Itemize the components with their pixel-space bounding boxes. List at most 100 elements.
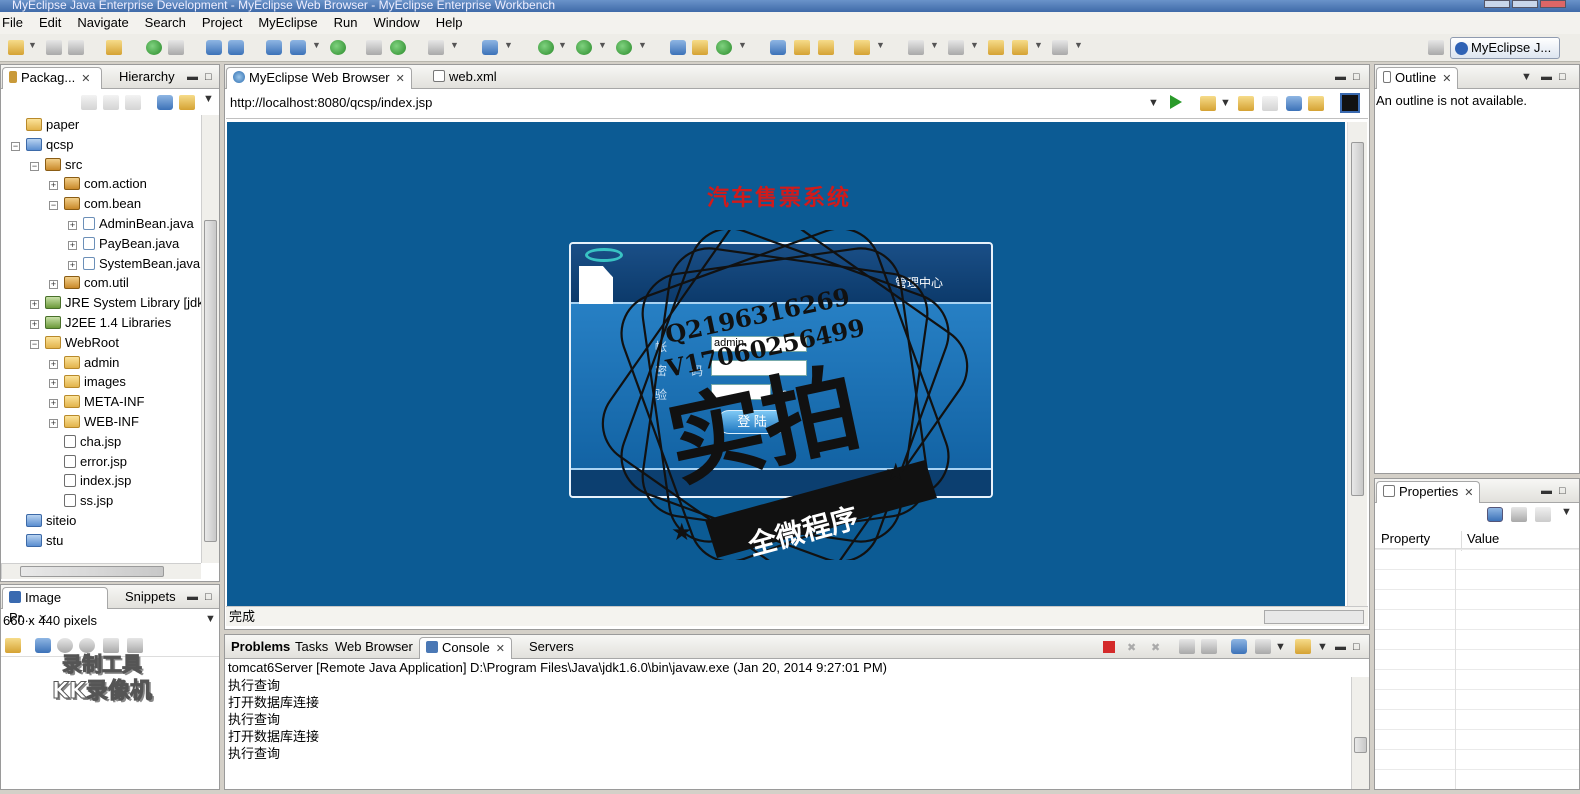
tree-item[interactable]: +paper	[11, 115, 79, 135]
tab-package-explorer[interactable]: Packag... ✕	[2, 67, 102, 89]
folder-dropdown-icon[interactable]: ▼	[876, 40, 885, 55]
browser-forward-icon[interactable]	[1262, 96, 1278, 111]
expand-toggle-icon[interactable]: +	[49, 280, 58, 290]
tree-item[interactable]: +index.jsp	[49, 471, 131, 491]
menu-file[interactable]: File	[0, 12, 31, 34]
open-console-dropdown-icon[interactable]: ▼	[1317, 641, 1328, 653]
close-icon[interactable]: ✕	[1442, 73, 1451, 85]
forward-nav-icon[interactable]	[103, 95, 119, 110]
explorer-scroll-thumb[interactable]	[204, 220, 217, 542]
server-icon[interactable]	[168, 40, 184, 55]
minimize-icon[interactable]: ▬	[187, 71, 198, 83]
back-dropdown-icon[interactable]: ▼	[1034, 40, 1043, 55]
deploy-manage-icon[interactable]	[228, 40, 244, 55]
save-icon[interactable]	[46, 40, 62, 55]
verify-input[interactable]	[711, 384, 771, 400]
new-class-icon[interactable]	[716, 40, 732, 55]
open-task-icon[interactable]	[794, 40, 810, 55]
expand-toggle-icon[interactable]: +	[30, 320, 39, 329]
remove-launch-icon[interactable]: ✖	[1127, 641, 1136, 654]
maximize-icon[interactable]: □	[1353, 641, 1360, 653]
value-column-header[interactable]: Value	[1461, 531, 1499, 551]
tree-item[interactable]: + J2EE 1.4 Libraries	[30, 313, 171, 333]
tree-item[interactable]: +error.jsp	[49, 452, 127, 472]
collapse-all-icon[interactable]	[157, 95, 173, 110]
camera-icon[interactable]	[428, 40, 444, 55]
tab-web-xml[interactable]: web.xml	[427, 67, 503, 89]
tree-item[interactable]: + com.util	[49, 273, 129, 293]
web-browser-icon[interactable]	[330, 40, 346, 55]
browser-scrollbar[interactable]	[1347, 122, 1367, 606]
minimize-icon[interactable]: ▬	[1541, 71, 1552, 83]
tree-item[interactable]: + images	[49, 372, 126, 392]
expand-toggle-icon[interactable]: +	[49, 399, 58, 409]
external-tools-icon[interactable]	[616, 40, 632, 55]
display-console-dropdown-icon[interactable]: ▼	[1275, 641, 1286, 653]
open-type-icon[interactable]	[106, 40, 122, 55]
browser-stop-icon[interactable]	[1286, 96, 1302, 111]
new-dropdown-icon[interactable]: ▼	[28, 40, 37, 55]
link-with-editor-icon[interactable]	[179, 95, 195, 110]
minimize-icon[interactable]: ▬	[187, 591, 198, 603]
expand-toggle-icon[interactable]: +	[49, 379, 58, 389]
tab-web-browser-view[interactable]: Web Browser	[329, 637, 419, 659]
scroll-lock-icon[interactable]	[1201, 639, 1217, 654]
collapse-toggle-icon[interactable]: −	[30, 161, 39, 171]
new-wizard-icon[interactable]	[482, 40, 498, 55]
tree-item[interactable]: − com.bean	[49, 194, 141, 214]
minimize-button[interactable]	[1484, 0, 1510, 8]
remove-all-icon[interactable]: ✖	[1151, 641, 1160, 654]
browser-back-icon[interactable]	[1238, 96, 1254, 111]
camera-dropdown-icon[interactable]: ▼	[450, 40, 459, 55]
debug-dropdown-icon[interactable]: ▼	[558, 40, 567, 55]
terminate-icon[interactable]	[1103, 641, 1115, 653]
clear-console-icon[interactable]	[1179, 639, 1195, 654]
url-dropdown-icon[interactable]: ▼	[1148, 97, 1159, 109]
sync-icon[interactable]	[5, 638, 21, 653]
prev-annotation-icon[interactable]	[948, 40, 964, 55]
back-icon[interactable]	[1012, 40, 1028, 55]
new-icon[interactable]	[8, 40, 24, 55]
account-input[interactable]: admin	[711, 336, 807, 352]
advanced-icon[interactable]	[1511, 507, 1527, 522]
server-dropdown-icon[interactable]: ▼	[312, 40, 321, 55]
menu-navigate[interactable]: Navigate	[69, 12, 136, 34]
minimize-icon[interactable]: ▬	[1335, 641, 1346, 653]
maximize-icon[interactable]: □	[205, 71, 212, 83]
tree-item[interactable]: + com.action	[49, 174, 147, 194]
tab-tasks[interactable]: Tasks	[289, 637, 334, 659]
expand-toggle-icon[interactable]: +	[49, 419, 58, 428]
login-button[interactable]: 登 陆	[717, 410, 787, 434]
outline-view-menu-icon[interactable]: ▼	[1521, 71, 1532, 83]
collapse-toggle-icon[interactable]: −	[30, 339, 39, 349]
refresh-db-icon[interactable]	[390, 40, 406, 55]
tree-item[interactable]: +stu	[11, 531, 63, 551]
menu-search[interactable]: Search	[137, 12, 194, 34]
run-dropdown-icon[interactable]: ▼	[598, 40, 607, 55]
menu-project[interactable]: Project	[194, 12, 250, 34]
url-field[interactable]: http://localhost:8080/qcsp/index.jsp	[230, 95, 432, 110]
menu-run[interactable]: Run	[326, 12, 366, 34]
tree-item[interactable]: +cha.jsp	[49, 432, 121, 452]
expand-toggle-icon[interactable]: +	[49, 359, 58, 369]
browser-scroll-thumb[interactable]	[1351, 142, 1364, 496]
image-view-menu-icon[interactable]: ▼	[205, 613, 216, 625]
tab-web-browser[interactable]: MyEclipse Web Browser ✕	[226, 67, 412, 89]
close-icon[interactable]: ✕	[496, 643, 505, 655]
open-perspective-toolbar-icon[interactable]	[1428, 40, 1444, 55]
debug-icon[interactable]	[538, 40, 554, 55]
annotation-dropdown-icon[interactable]: ▼	[930, 40, 939, 55]
explorer-vertical-scrollbar[interactable]	[201, 115, 219, 563]
up-nav-icon[interactable]	[125, 95, 141, 110]
forward-icon[interactable]	[1052, 40, 1068, 55]
properties-view-menu-icon[interactable]: ▼	[1561, 506, 1572, 518]
minimize-icon[interactable]: ▬	[1335, 71, 1346, 83]
tree-item[interactable]: + admin	[49, 353, 119, 373]
tab-servers[interactable]: Servers	[523, 637, 580, 659]
close-icon[interactable]: ✕	[81, 73, 90, 85]
close-window-button[interactable]	[1540, 0, 1566, 8]
go-icon[interactable]	[1170, 95, 1182, 109]
tree-item[interactable]: +siteio	[11, 511, 76, 531]
new-java-project-icon[interactable]	[670, 40, 686, 55]
tree-item[interactable]: + JRE System Library [jdk1	[30, 293, 201, 313]
